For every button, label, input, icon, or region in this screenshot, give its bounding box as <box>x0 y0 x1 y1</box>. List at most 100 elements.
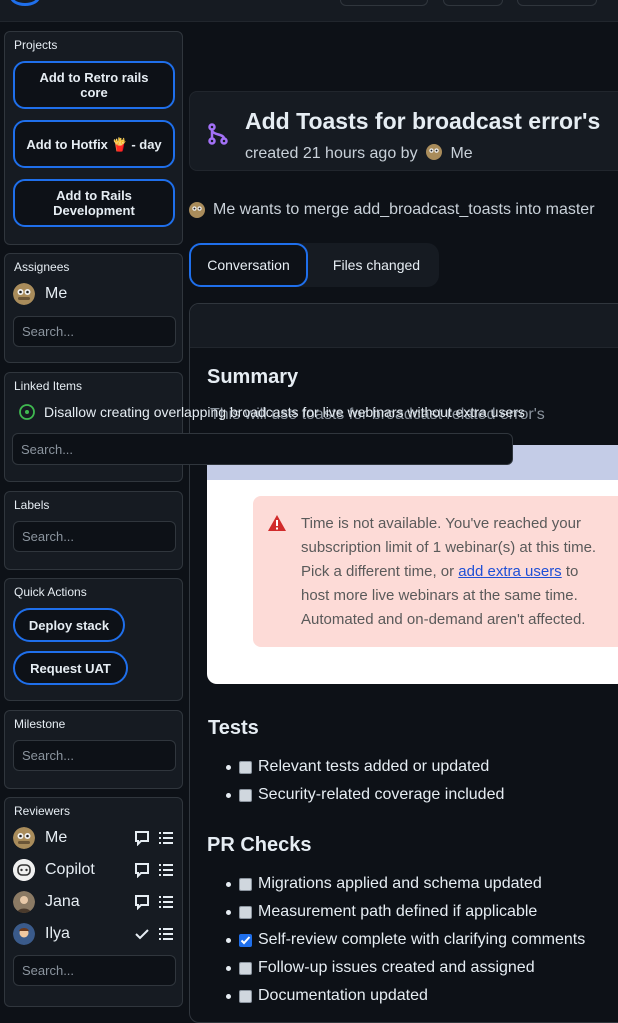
deploy-stack-button[interactable]: Deploy stack <box>13 608 125 642</box>
checkbox-checked[interactable] <box>239 933 252 947</box>
check-icon[interactable] <box>134 926 150 942</box>
bullet <box>226 792 231 798</box>
checkmark-icon <box>240 935 251 944</box>
bullet <box>226 993 231 999</box>
reviewer-name[interactable]: Ilya <box>45 925 70 943</box>
merge-icon <box>208 123 228 145</box>
add-to-rails-development-button[interactable]: Add to Rails Development <box>13 179 175 227</box>
checkbox-label: Self-review complete with clarifying com… <box>258 931 586 948</box>
labels-search-input[interactable]: Search... <box>13 521 176 552</box>
page-title: Add Toasts for broadcast error's <box>245 108 601 134</box>
list-item: Measurement path defined if applicable <box>226 902 537 922</box>
comment-icon[interactable] <box>134 894 150 910</box>
checkbox-label: Relevant tests added or updated <box>258 758 490 775</box>
alert-line: subscription limit of 1 webinar(s) at th… <box>301 539 597 556</box>
screenshot-image: Time is not available. You've reached yo… <box>207 445 618 684</box>
tab-bar: Conversation Files changed <box>189 243 439 287</box>
assignees-title: Assignees <box>14 260 70 274</box>
list-item: Documentation updated <box>226 986 428 1006</box>
created-text: created 21 hours ago by <box>245 145 418 162</box>
checkbox[interactable] <box>239 989 252 1003</box>
author-name[interactable]: Me <box>450 145 472 162</box>
checkbox[interactable] <box>239 961 252 975</box>
checkbox[interactable] <box>239 760 252 774</box>
list-item: Migrations applied and schema updated <box>226 874 542 894</box>
tests-heading: Tests <box>208 717 259 739</box>
header-button-1[interactable] <box>340 0 428 6</box>
assignees-search-input[interactable]: Search... <box>13 316 176 347</box>
avatar[interactable] <box>13 283 35 305</box>
linked-items-title: Linked Items <box>14 379 83 393</box>
reviewers-search-input[interactable]: Search... <box>13 955 176 986</box>
checkbox-label: Migrations applied and schema updated <box>258 875 542 892</box>
reviewer-name[interactable]: Jana <box>45 893 80 911</box>
merge-description: Me wants to merge add_broadcast_toasts i… <box>213 201 595 218</box>
list-item: Follow-up issues created and assigned <box>226 958 535 978</box>
assignees-panel: Assignees Me Search... <box>4 253 183 363</box>
list-icon[interactable] <box>158 862 174 878</box>
alert-line-text: to <box>561 563 579 580</box>
labels-title: Labels <box>14 498 50 512</box>
header-button-3[interactable] <box>517 0 597 6</box>
tab-files-changed[interactable]: Files changed <box>319 243 434 287</box>
reviewer-name[interactable]: Copilot <box>45 861 95 879</box>
linked-items-panel: Linked Items <box>4 372 183 482</box>
avatar[interactable] <box>189 202 205 218</box>
checkbox[interactable] <box>239 788 252 802</box>
issue-open-icon <box>19 404 35 420</box>
logo-icon[interactable] <box>10 0 40 6</box>
bullet <box>226 881 231 887</box>
checkbox-label: Documentation updated <box>258 987 428 1004</box>
add-extra-users-link: add extra users <box>458 563 562 580</box>
copilot-avatar[interactable] <box>13 859 35 881</box>
tab-conversation[interactable]: Conversation <box>189 243 308 287</box>
checkbox-label: Measurement path defined if applicable <box>258 903 538 920</box>
alert-message: Time is not available. You've reached yo… <box>301 512 618 632</box>
alert-line: Pick a different time, or add extra user… <box>301 560 618 584</box>
comment-icon[interactable] <box>134 862 150 878</box>
reviewers-title: Reviewers <box>14 804 71 818</box>
checkbox[interactable] <box>239 877 252 891</box>
alert-line-text: Pick a different time, or <box>301 563 459 580</box>
alert-line: host more live webinars at the same time… <box>301 587 578 604</box>
reviewer-name[interactable]: Me <box>45 829 67 847</box>
checkbox[interactable] <box>239 905 252 919</box>
pr-subtitle: created 21 hours ago by Me <box>245 144 473 163</box>
error-alert: Time is not available. You've reached yo… <box>253 496 618 647</box>
list-icon[interactable] <box>158 926 174 942</box>
alert-line: Time is not available. You've reached yo… <box>301 515 581 532</box>
comment-icon[interactable] <box>134 830 150 846</box>
linked-items-search-input[interactable]: Search... <box>12 433 513 465</box>
list-icon[interactable] <box>158 894 174 910</box>
top-navbar <box>0 0 618 22</box>
checkbox-label: Follow-up issues created and assigned <box>258 959 535 976</box>
assignee-name[interactable]: Me <box>45 285 67 303</box>
summary-heading: Summary <box>207 366 299 388</box>
list-item: Relevant tests added or updated <box>226 757 489 777</box>
alert-line: Automated and on-demand aren't affected. <box>301 611 586 628</box>
quick-actions-panel: Quick Actions Deploy stack Request UAT <box>4 578 183 701</box>
avatar[interactable] <box>13 891 35 913</box>
projects-title: Projects <box>14 38 58 52</box>
pr-header: Add Toasts for broadcast error's created… <box>189 91 618 171</box>
labels-panel: Labels Search... <box>4 491 183 570</box>
checkbox-label: Security-related coverage included <box>258 786 505 803</box>
warning-icon <box>268 515 286 531</box>
add-to-retro-rails-core-button[interactable]: Add to Retro rails core <box>13 61 175 109</box>
add-to-hotfix-day-button[interactable]: Add to Hotfix 🍟 - day <box>13 120 175 168</box>
header-button-2[interactable] <box>443 0 503 6</box>
pr-checks-heading: PR Checks <box>207 834 312 856</box>
list-icon[interactable] <box>158 830 174 846</box>
reviewers-panel: Reviewers Me Copilot Jana Ilya Search... <box>4 797 183 1007</box>
bullet <box>226 909 231 915</box>
linked-item[interactable]: Disallow creating overlapping broadcasts… <box>18 403 525 421</box>
author-avatar[interactable] <box>426 144 443 160</box>
card-header <box>190 304 618 348</box>
milestone-search-input[interactable]: Search... <box>13 740 176 771</box>
request-uat-button[interactable]: Request UAT <box>13 651 128 685</box>
projects-panel: Projects Add to Retro rails core Add to … <box>4 31 183 245</box>
bullet <box>226 764 231 770</box>
avatar[interactable] <box>13 827 35 849</box>
avatar[interactable] <box>13 923 35 945</box>
list-item: Self-review complete with clarifying com… <box>226 930 585 950</box>
